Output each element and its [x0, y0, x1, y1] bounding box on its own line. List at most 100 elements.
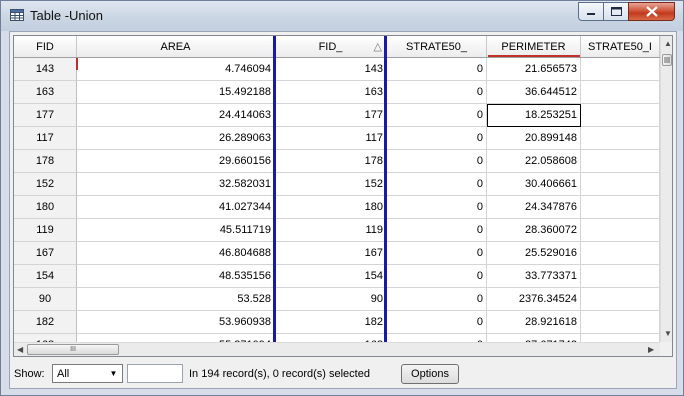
cell-fid_[interactable]: 90: [275, 288, 387, 311]
cell-perimeter[interactable]: 30.406661: [487, 173, 581, 196]
horizontal-scrollbar[interactable]: ◀ III ▶: [14, 342, 660, 356]
cell-area[interactable]: 29.660156: [77, 150, 275, 173]
cell-area[interactable]: 53.960938: [77, 311, 275, 334]
cell-strate50_i[interactable]: [581, 288, 660, 311]
table-row[interactable]: 163 15.492188 163 0 36.644512: [14, 81, 660, 104]
horizontal-scroll-thumb[interactable]: III: [27, 344, 119, 355]
close-button[interactable]: [628, 2, 675, 21]
cell-strate50[interactable]: 0: [387, 58, 487, 81]
cell-fid_[interactable]: 177: [275, 104, 387, 127]
cell-perimeter[interactable]: 18.253251: [487, 104, 581, 127]
cell-fid[interactable]: 177: [14, 104, 77, 127]
cell-fid[interactable]: 180: [14, 196, 77, 219]
cell-strate50_i[interactable]: [581, 127, 660, 150]
cell-fid[interactable]: 167: [14, 242, 77, 265]
cell-area[interactable]: 55.371094: [77, 334, 275, 342]
table-row[interactable]: 119 45.511719 119 0 28.360072: [14, 219, 660, 242]
vertical-scrollbar[interactable]: ▲ ▼: [660, 36, 672, 342]
options-button[interactable]: Options: [401, 364, 459, 384]
cell-strate50[interactable]: 0: [387, 219, 487, 242]
cell-fid_[interactable]: 168: [275, 334, 387, 342]
cell-area[interactable]: 46.804688: [77, 242, 275, 265]
cell-strate50[interactable]: 0: [387, 288, 487, 311]
table-row[interactable]: 178 29.660156 178 0 22.058608: [14, 150, 660, 173]
cell-strate50_i[interactable]: [581, 196, 660, 219]
cell-fid_[interactable]: 143: [275, 58, 387, 81]
cell-fid[interactable]: 154: [14, 265, 77, 288]
cell-fid_[interactable]: 167: [275, 242, 387, 265]
table-row[interactable]: 182 53.960938 182 0 28.921618: [14, 311, 660, 334]
cell-area[interactable]: 53.528: [77, 288, 275, 311]
cell-fid[interactable]: 117: [14, 127, 77, 150]
column-header-strate50_i[interactable]: STRATE50_I: [581, 36, 660, 57]
cell-strate50_i[interactable]: [581, 104, 660, 127]
table-row[interactable]: 16855.371094168027.671742: [14, 334, 660, 342]
cell-strate50[interactable]: 0: [387, 265, 487, 288]
cell-strate50_i[interactable]: [581, 58, 660, 81]
cell-fid_[interactable]: 152: [275, 173, 387, 196]
cell-fid[interactable]: 182: [14, 311, 77, 334]
cell-fid_[interactable]: 119: [275, 219, 387, 242]
cell-fid[interactable]: 168: [14, 334, 77, 342]
show-dropdown[interactable]: All ▼: [52, 364, 123, 383]
cell-fid[interactable]: 90: [14, 288, 77, 311]
cell-perimeter[interactable]: 25.529016: [487, 242, 581, 265]
cell-strate50[interactable]: 0: [387, 196, 487, 219]
cell-perimeter[interactable]: 28.921618: [487, 311, 581, 334]
cell-perimeter[interactable]: 33.773371: [487, 265, 581, 288]
cell-strate50_i[interactable]: [581, 219, 660, 242]
table-row[interactable]: 167 46.804688 167 0 25.529016: [14, 242, 660, 265]
cell-strate50_i[interactable]: [581, 81, 660, 104]
cell-perimeter[interactable]: 24.347876: [487, 196, 581, 219]
cell-area[interactable]: 41.027344: [77, 196, 275, 219]
cell-fid_[interactable]: 117: [275, 127, 387, 150]
table-row[interactable]: 180 41.027344 180 0 24.347876: [14, 196, 660, 219]
vertical-scroll-thumb[interactable]: [662, 54, 672, 66]
cell-strate50[interactable]: 0: [387, 104, 487, 127]
table-row[interactable]: 154 48.535156 154 0 33.773371: [14, 265, 660, 288]
cell-area[interactable]: 15.492188: [77, 81, 275, 104]
cell-fid_[interactable]: 182: [275, 311, 387, 334]
minimize-button[interactable]: [578, 2, 604, 21]
cell-strate50[interactable]: 0: [387, 81, 487, 104]
record-goto-field[interactable]: [127, 364, 183, 383]
cell-area[interactable]: 4.746094: [77, 58, 275, 81]
cell-perimeter[interactable]: 28.360072: [487, 219, 581, 242]
cell-strate50[interactable]: 0: [387, 150, 487, 173]
cell-strate50_i[interactable]: [581, 334, 660, 342]
cell-fid_[interactable]: 178: [275, 150, 387, 173]
cell-fid[interactable]: 152: [14, 173, 77, 196]
column-header-area[interactable]: AREA: [77, 36, 275, 57]
cell-strate50[interactable]: 0: [387, 173, 487, 196]
chevron-down-icon[interactable]: ▼: [107, 367, 120, 380]
cell-strate50_i[interactable]: [581, 150, 660, 173]
table-row[interactable]: 143 4.746094 143 0 21.656573: [14, 58, 660, 81]
cell-strate50[interactable]: 0: [387, 242, 487, 265]
cell-strate50[interactable]: 0: [387, 311, 487, 334]
cell-perimeter[interactable]: 21.656573: [487, 58, 581, 81]
table-row[interactable]: 152 32.582031 152 0 30.406661: [14, 173, 660, 196]
table-row[interactable]: 90 53.528 90 0 2376.34524: [14, 288, 660, 311]
cell-perimeter[interactable]: 36.644512: [487, 81, 581, 104]
maximize-button[interactable]: [603, 2, 629, 21]
cell-fid_[interactable]: 180: [275, 196, 387, 219]
cell-area[interactable]: 26.289063: [77, 127, 275, 150]
cell-fid[interactable]: 178: [14, 150, 77, 173]
cell-fid[interactable]: 143: [14, 58, 77, 81]
cell-strate50[interactable]: 0: [387, 127, 487, 150]
cell-strate50_i[interactable]: [581, 242, 660, 265]
cell-perimeter[interactable]: 27.671742: [487, 334, 581, 342]
column-header-perimeter[interactable]: PERIMETER: [487, 36, 581, 57]
cell-fid_[interactable]: 154: [275, 265, 387, 288]
cell-area[interactable]: 45.511719: [77, 219, 275, 242]
cell-area[interactable]: 32.582031: [77, 173, 275, 196]
cell-fid[interactable]: 119: [14, 219, 77, 242]
title-bar[interactable]: Table -Union: [1, 1, 683, 31]
scroll-down-icon[interactable]: ▼: [664, 329, 672, 338]
cell-perimeter[interactable]: 20.899148: [487, 127, 581, 150]
scroll-left-icon[interactable]: ◀: [17, 345, 23, 354]
table-row[interactable]: 177 24.414063 177 0 18.253251: [14, 104, 660, 127]
cell-fid_[interactable]: 163: [275, 81, 387, 104]
table-row[interactable]: 117 26.289063 117 0 20.899148: [14, 127, 660, 150]
cell-strate50[interactable]: 0: [387, 334, 487, 342]
